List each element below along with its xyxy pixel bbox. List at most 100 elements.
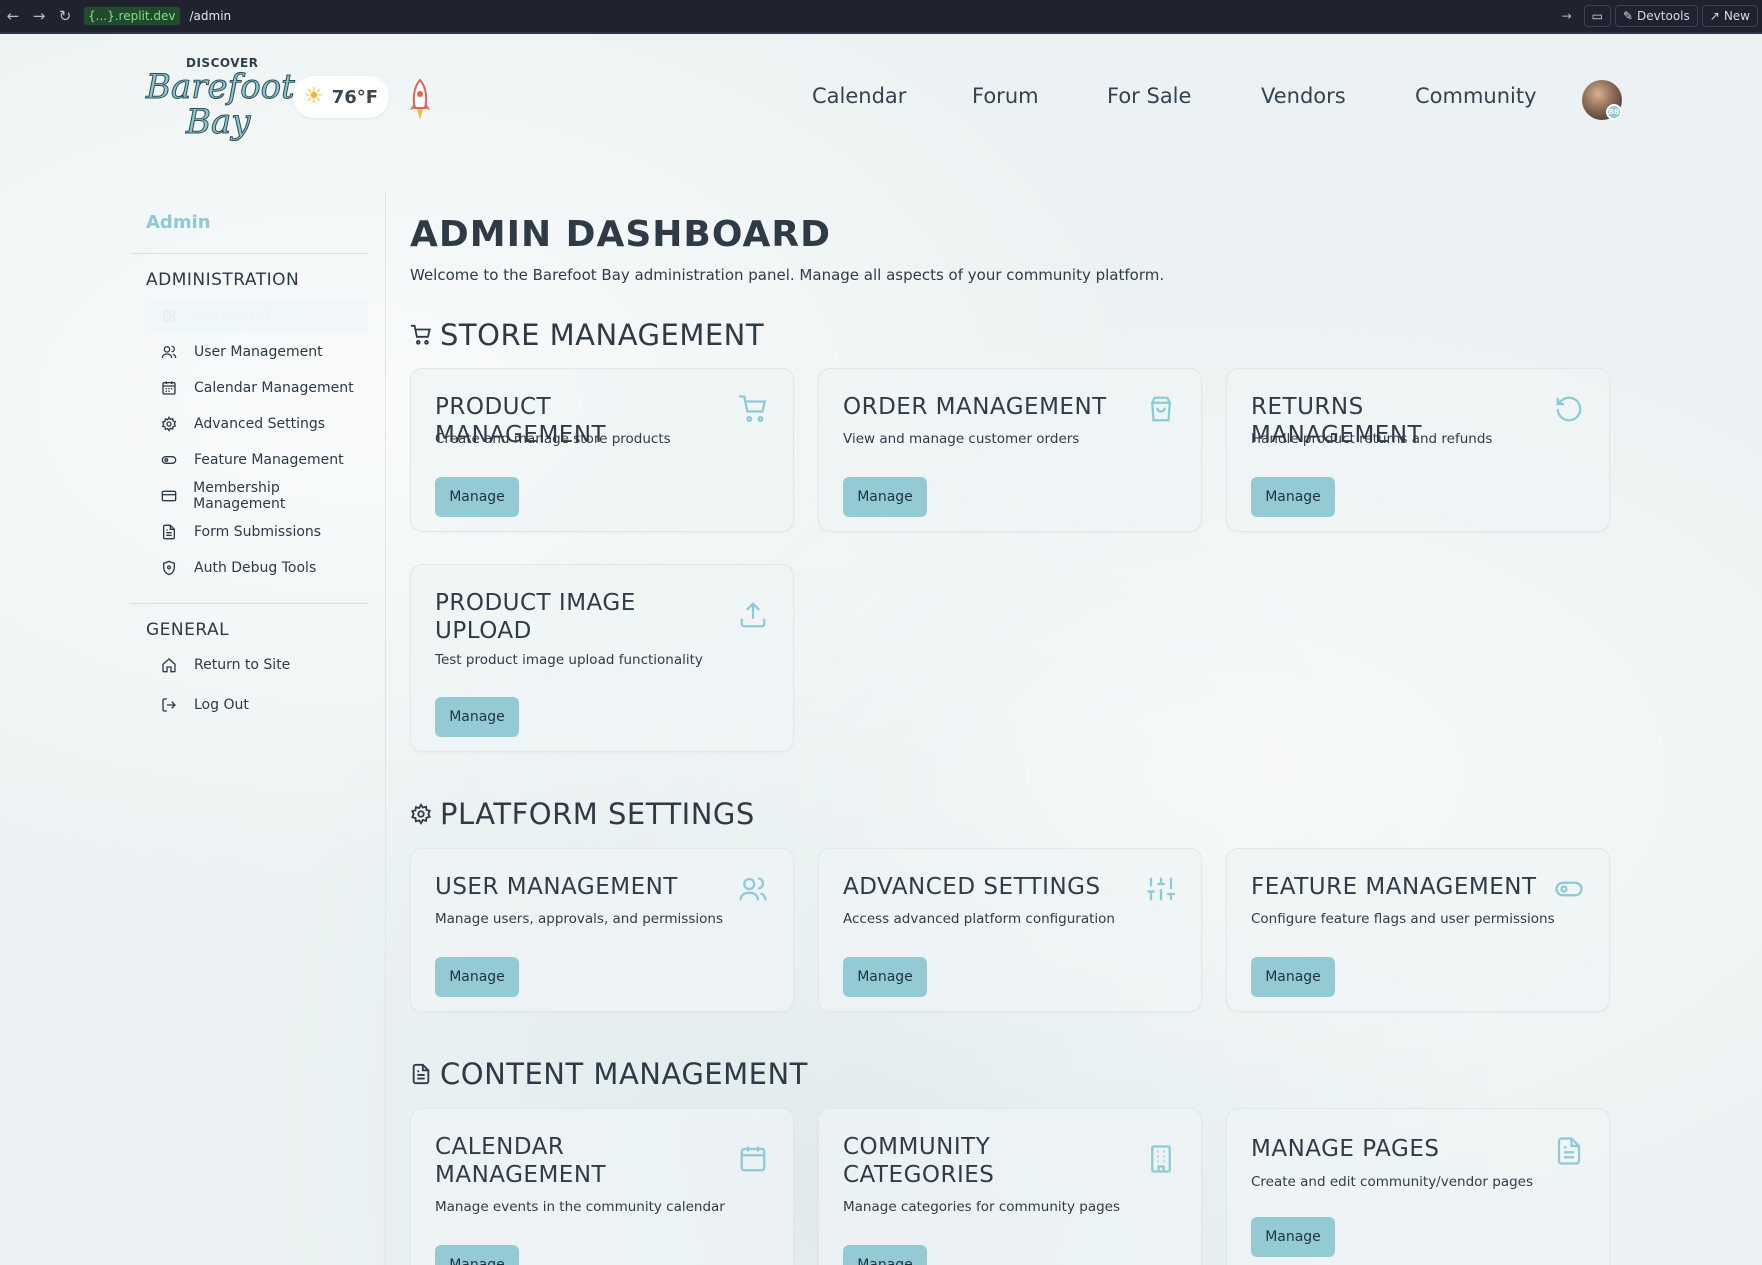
sidebar-divider-general (130, 603, 368, 604)
sidebar-item-form-submissions[interactable]: Form Submissions (146, 515, 368, 549)
manage-button[interactable]: Manage (843, 1245, 927, 1265)
manage-button[interactable]: Manage (843, 477, 927, 517)
page-subtitle: Welcome to the Barefoot Bay administrati… (410, 266, 1165, 284)
gear-icon (410, 803, 432, 825)
card-user-management: USER MANAGEMENT Manage users, approvals,… (410, 848, 794, 1012)
card-description: Manage categories for community pages (843, 1199, 1120, 1215)
sidebar-item-log-out[interactable]: Log Out (146, 688, 368, 722)
nav-vendors[interactable]: Vendors (1261, 84, 1346, 108)
card-title: PRODUCT IMAGE UPLOAD (435, 590, 636, 644)
sidebar-item-membership-management[interactable]: Membership Management (146, 479, 368, 513)
back-icon[interactable]: ← (0, 7, 26, 25)
card-title: CALENDAR MANAGEMENT (435, 1134, 607, 1188)
toggle-icon (1553, 873, 1585, 905)
sidebar-item-auth-debug-tools[interactable]: Auth Debug Tools (146, 551, 368, 585)
calendar-icon (160, 379, 178, 397)
upload-icon (737, 599, 769, 631)
sliders-icon (1145, 873, 1177, 905)
nav-calendar[interactable]: Calendar (812, 84, 906, 108)
sidebar-item-return-to-site[interactable]: Return to Site (146, 648, 368, 682)
card-title: ADVANCED SETTINGS (843, 874, 1101, 900)
manage-button[interactable]: Manage (1251, 1217, 1335, 1257)
manage-button[interactable]: Manage (435, 697, 519, 737)
sidebar-item-calendar-management[interactable]: Calendar Management (146, 371, 368, 405)
calendar-icon (737, 1143, 769, 1175)
logo-line2: Bay (185, 102, 251, 143)
home-icon (160, 656, 178, 674)
manage-button[interactable]: Manage (435, 957, 519, 997)
sidebar-item-label: Auth Debug Tools (194, 560, 317, 576)
users-icon (160, 343, 178, 361)
rotate-ccw-icon (1553, 393, 1585, 425)
card-description: Manage events in the community calendar (435, 1199, 725, 1215)
nav-for-sale[interactable]: For Sale (1107, 84, 1191, 108)
site-header: DISCOVER Barefoot Bay ☀ 76°F Calendar Fo… (0, 34, 1762, 164)
card-description: Manage users, approvals, and permissions (435, 911, 723, 927)
document-icon (1553, 1135, 1585, 1167)
sidebar-divider-top (130, 253, 368, 254)
site-logo[interactable]: DISCOVER Barefoot Bay (146, 50, 296, 150)
sidebar-item-user-management[interactable]: User Management (146, 335, 368, 369)
manage-button[interactable]: Manage (435, 1245, 519, 1265)
users-icon (737, 873, 769, 905)
card-calendar-management: CALENDAR MANAGEMENT Manage events in the… (410, 1108, 794, 1265)
sidebar-item-dashboard[interactable]: Dashboard (146, 299, 368, 333)
sidebar-item-label: Membership Management (193, 480, 286, 512)
manage-button[interactable]: Manage (1251, 957, 1335, 997)
new-tab-label: New (1723, 9, 1750, 23)
browser-toolbar: ← → ↻ {...}.replit.dev /admin → ▭ ✎ Devto… (0, 0, 1762, 34)
url-path: /admin (189, 9, 232, 23)
section-store-management: STORE MANAGEMENT (410, 318, 764, 352)
sidebar-divider (385, 192, 386, 1265)
sidebar-item-label: Calendar Management (194, 380, 354, 396)
card-manage-pages: MANAGE PAGES Create and edit community/v… (1226, 1108, 1610, 1265)
devtools-button[interactable]: ✎ Devtools (1614, 5, 1698, 27)
rocket-icon[interactable] (405, 78, 435, 122)
card-description: Create and edit community/vendor pages (1251, 1174, 1533, 1190)
section-title: PLATFORM SETTINGS (440, 797, 755, 831)
new-tab-button[interactable]: ↗ New (1701, 5, 1758, 27)
manage-button[interactable]: Manage (435, 477, 519, 517)
building-icon (1145, 1143, 1177, 1175)
arrow-right-icon[interactable]: → (1554, 9, 1580, 23)
grid-icon (160, 307, 178, 325)
weather-temp: 76°F (331, 86, 379, 108)
card-description: Create and manage store products (435, 431, 671, 447)
sun-icon: ☀ (303, 84, 324, 109)
forward-icon[interactable]: → (26, 7, 52, 25)
logo-line1: Barefoot (146, 67, 296, 107)
devtools-label: Devtools (1637, 9, 1690, 23)
screen-icon[interactable]: ▭ (1583, 5, 1611, 27)
card-title: MANAGE PAGES (1251, 1136, 1440, 1162)
sidebar-item-label: Log Out (194, 697, 249, 713)
sidebar-item-advanced-settings[interactable]: Advanced Settings (146, 407, 368, 441)
manage-button[interactable]: Manage (1251, 477, 1335, 517)
card-returns-management: RETURNS MANAGEMENT Handle product return… (1226, 368, 1610, 532)
sidebar-title: Admin (146, 212, 211, 233)
page-title: ADMIN DASHBOARD (410, 214, 831, 255)
address-bar[interactable]: {...}.replit.dev /admin (84, 5, 1554, 27)
sidebar-item-label: Advanced Settings (194, 416, 326, 432)
card-description: Handle product returns and refunds (1251, 431, 1493, 447)
external-link-icon: ↗ (1709, 9, 1720, 23)
section-title: STORE MANAGEMENT (440, 318, 765, 352)
document-icon (160, 523, 178, 541)
card-title: USER MANAGEMENT (435, 874, 678, 900)
credit-card-icon (160, 487, 177, 505)
toggle-icon (160, 451, 178, 469)
nav-community[interactable]: Community (1415, 84, 1537, 108)
card-description: Access advanced platform configuration (843, 911, 1115, 927)
nav-forum[interactable]: Forum (972, 84, 1039, 108)
sidebar-item-feature-management[interactable]: Feature Management (146, 443, 368, 477)
sidebar-heading-general: GENERAL (146, 620, 230, 640)
card-community-categories: COMMUNITY CATEGORIES Manage categories f… (818, 1108, 1202, 1265)
sidebar-item-label: Form Submissions (194, 524, 322, 540)
card-product-management: PRODUCT MANAGEMENT Create and manage sto… (410, 368, 794, 532)
card-product-image-upload: PRODUCT IMAGE UPLOAD Test product image … (410, 564, 794, 752)
sidebar-item-label: Feature Management (194, 452, 344, 468)
weather-widget[interactable]: ☀ 76°F (293, 76, 389, 118)
card-description: Test product image upload functionality (435, 652, 703, 668)
reload-icon[interactable]: ↻ (52, 7, 78, 25)
avatar-badge: BB (1606, 104, 1622, 120)
manage-button[interactable]: Manage (843, 957, 927, 997)
